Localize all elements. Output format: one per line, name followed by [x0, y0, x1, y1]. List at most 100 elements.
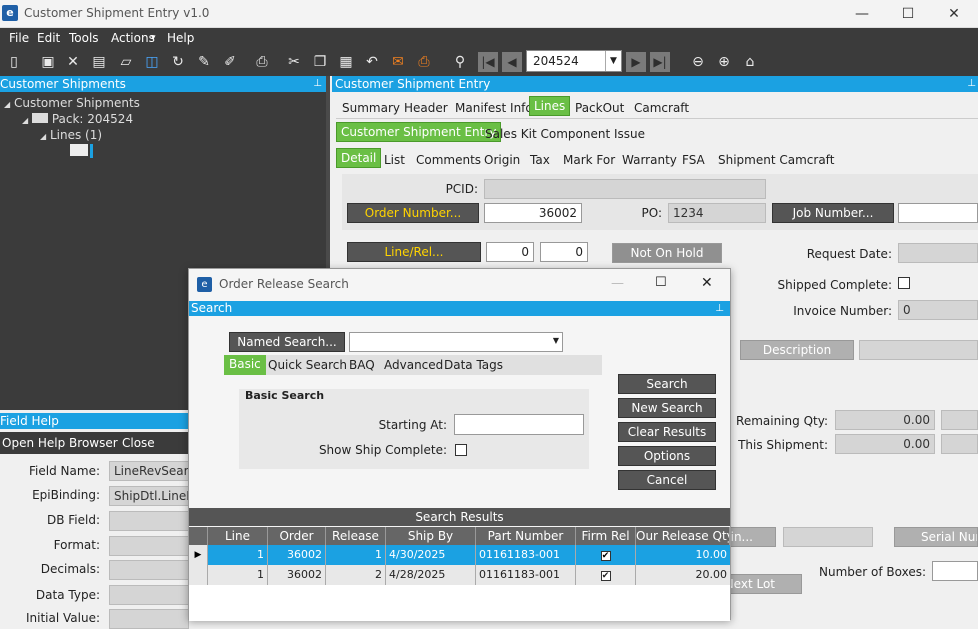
order-number-button[interactable]: Order Number... [347, 203, 479, 223]
pin-icon[interactable]: ⊥ [313, 76, 322, 92]
column-release[interactable]: Release [326, 527, 386, 545]
dialog-tab-baq[interactable]: BAQ [349, 358, 375, 372]
menu-actions[interactable]: Actions [111, 31, 155, 45]
forward-icon[interactable]: ⊕ [714, 52, 734, 72]
note-icon[interactable]: ▱ [116, 52, 136, 72]
close-icon[interactable]: ✕ [944, 4, 964, 24]
job-number-field[interactable] [898, 203, 978, 223]
named-search-select[interactable]: ▼ [349, 332, 563, 352]
dialog-tab-data-tags[interactable]: Data Tags [444, 358, 503, 372]
row-selector-icon[interactable]: ▶ [189, 545, 208, 565]
tab-warranty[interactable]: Warranty [622, 153, 677, 167]
column-our-release-qty[interactable]: Our Release Qty [636, 527, 730, 545]
tab-shipment-camcraft[interactable]: Shipment Camcraft [718, 153, 834, 167]
cut-icon[interactable]: ✂ [284, 52, 304, 72]
description-button[interactable]: Description [740, 340, 854, 360]
line-node-icon[interactable] [70, 144, 88, 156]
email-icon[interactable]: ✉ [388, 52, 408, 72]
tab-packout[interactable]: PackOut [575, 101, 624, 115]
chevron-down-icon[interactable]: ▼ [605, 51, 621, 71]
print-preview-icon[interactable]: ⎙ [414, 52, 434, 72]
refresh-icon[interactable]: ↻ [168, 52, 188, 72]
tab-customer-shipment-entry[interactable]: Customer Shipment Entry [336, 122, 502, 142]
number-of-boxes-field[interactable] [932, 561, 978, 581]
line-rel-button[interactable]: Line/Rel... [347, 242, 481, 262]
tab-comments[interactable]: Comments [416, 153, 481, 167]
search-button[interactable]: Search [618, 374, 716, 394]
row-selector[interactable] [189, 565, 208, 585]
cancel-button[interactable]: Cancel [618, 470, 716, 490]
column-order[interactable]: Order [268, 527, 326, 545]
named-search-button[interactable]: Named Search... [229, 332, 345, 352]
prev-record-icon[interactable]: ◀ [502, 52, 522, 72]
dialog-tab-basic[interactable]: Basic [224, 355, 266, 375]
tree-lines[interactable]: ◢ Lines (1) [40, 128, 102, 142]
bin-field[interactable] [783, 527, 873, 547]
first-record-icon[interactable]: |◀ [478, 52, 498, 72]
dialog-close-icon[interactable]: ✕ [701, 275, 713, 291]
tree-pack[interactable]: ◢ Pack: 204524 [22, 112, 133, 126]
paste-icon[interactable]: ▦ [336, 52, 356, 72]
next-record-icon[interactable]: ▶ [626, 52, 646, 72]
undo-icon[interactable]: ↶ [362, 52, 382, 72]
delete-icon[interactable]: ✕ [63, 52, 83, 72]
show-ship-complete-checkbox[interactable] [455, 444, 467, 456]
starting-at-input[interactable] [454, 414, 584, 435]
job-number-button[interactable]: Job Number... [772, 203, 894, 223]
options-button[interactable]: Options [618, 446, 716, 466]
pcid-field[interactable] [484, 179, 766, 199]
menu-file[interactable]: File [9, 31, 29, 45]
tab-camcraft[interactable]: Camcraft [634, 101, 689, 115]
dialog-tab-quick-search[interactable]: Quick Search [268, 358, 347, 372]
tab-summary[interactable]: Summary [342, 101, 400, 115]
close-help-button[interactable]: Close [122, 432, 155, 454]
tab-detail[interactable]: Detail [336, 148, 382, 168]
menu-help[interactable]: Help [167, 31, 194, 45]
clear-icon[interactable]: ✎ [194, 52, 214, 72]
pin-icon[interactable]: ⊥ [715, 301, 724, 316]
print-icon[interactable]: ⎙ [252, 52, 272, 72]
tab-origin[interactable]: Origin [484, 153, 520, 167]
edit-icon[interactable]: ✐ [220, 52, 240, 72]
request-date-field[interactable] [898, 243, 978, 263]
new-search-button[interactable]: New Search [618, 398, 716, 418]
home-icon[interactable]: ⌂ [740, 52, 760, 72]
clear-results-button[interactable]: Clear Results [618, 422, 716, 442]
table-row[interactable]: ▶ 1 36002 1 4/30/2025 01161183-001 ✔ 10.… [189, 545, 730, 565]
tab-sales-kit[interactable]: Sales Kit Component Issue [485, 127, 645, 141]
invoice-number-field[interactable]: 0 [898, 300, 978, 320]
tab-tax[interactable]: Tax [530, 153, 550, 167]
tab-fsa[interactable]: FSA [682, 153, 705, 167]
dialog-minimize-icon[interactable]: — [611, 276, 624, 291]
dialog-tab-advanced[interactable]: Advanced [384, 358, 443, 372]
chevron-down-icon[interactable]: ▼ [553, 336, 559, 345]
tab-manifest-info[interactable]: Manifest Info [455, 101, 533, 115]
this-shipment-field[interactable]: 0.00 [835, 434, 935, 454]
new-icon[interactable]: ▯ [4, 52, 24, 72]
description-field[interactable] [859, 340, 978, 360]
menu-tools[interactable]: Tools [69, 31, 99, 45]
shipped-complete-checkbox[interactable] [898, 277, 910, 289]
tab-list[interactable]: List [384, 153, 405, 167]
minimize-icon[interactable]: — [852, 4, 872, 24]
record-selector[interactable]: 204524 ▼ [526, 50, 622, 72]
table-row[interactable]: 1 36002 2 4/28/2025 01161183-001 ✔ 20.00 [189, 565, 730, 585]
column-firm-rel[interactable]: Firm Rel [576, 527, 636, 545]
column-line[interactable]: Line [208, 527, 268, 545]
column-ship-by[interactable]: Ship By [386, 527, 476, 545]
pin-icon[interactable]: ⊥ [967, 76, 976, 92]
serial-number-button[interactable]: Serial Num [894, 527, 978, 547]
line-field[interactable]: 0 [486, 242, 534, 262]
dialog-maximize-icon[interactable]: ☐ [655, 275, 667, 290]
column-part-number[interactable]: Part Number [476, 527, 576, 545]
last-record-icon[interactable]: ▶| [650, 52, 670, 72]
copy-icon[interactable]: ❐ [310, 52, 330, 72]
back-icon[interactable]: ⊖ [688, 52, 708, 72]
attach-icon[interactable]: ◫ [142, 52, 162, 72]
save-icon[interactable]: ▣ [38, 52, 58, 72]
book-icon[interactable]: ▤ [89, 52, 109, 72]
search-binoculars-icon[interactable]: ⚲ [450, 52, 470, 72]
menu-edit[interactable]: Edit [37, 31, 60, 45]
order-number-field[interactable]: 36002 [484, 203, 582, 223]
tab-header[interactable]: Header [404, 101, 448, 115]
